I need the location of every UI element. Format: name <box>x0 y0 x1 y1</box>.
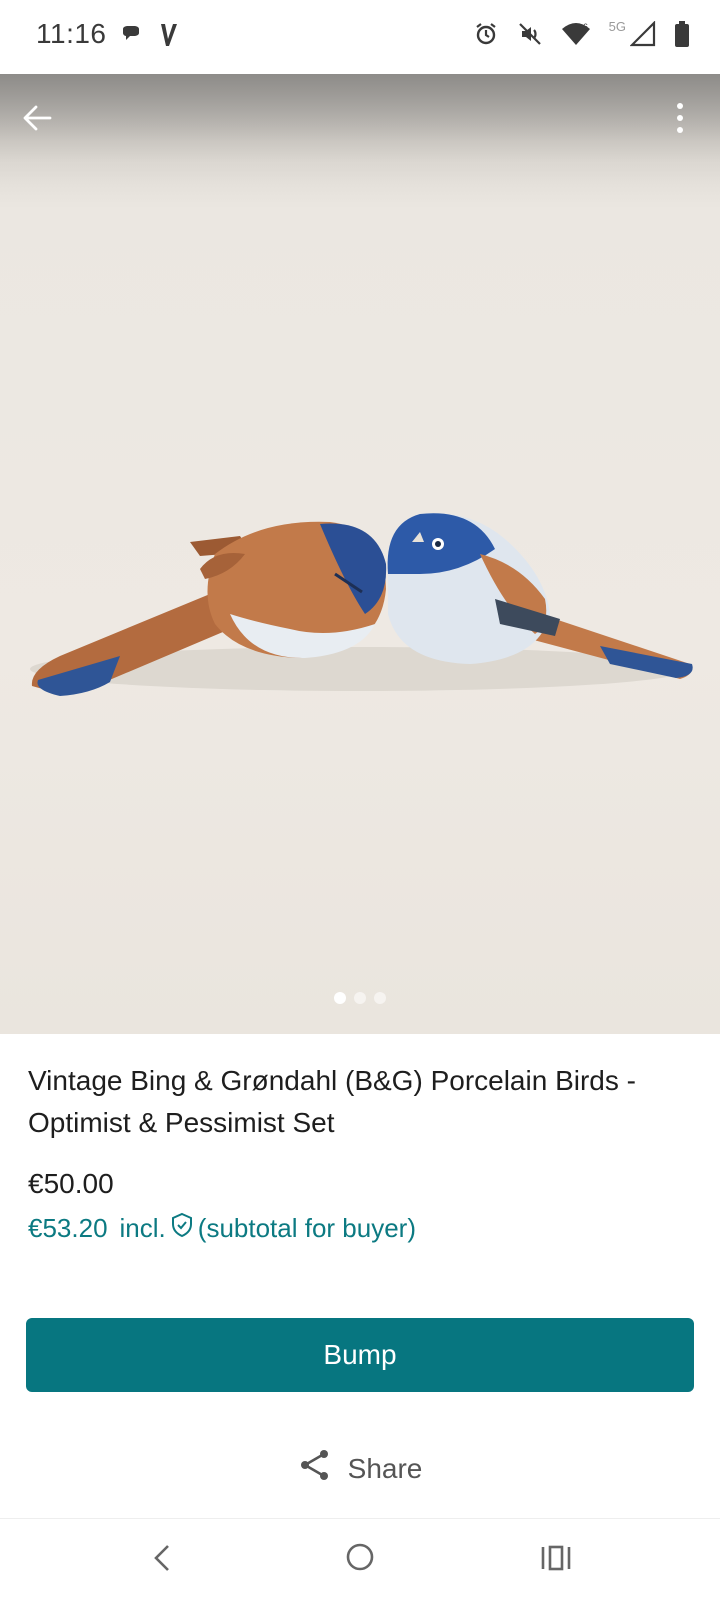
pager-dot[interactable] <box>354 992 366 1004</box>
photo-pager <box>0 992 720 1004</box>
network-label: 5G <box>608 18 626 34</box>
more-vert-icon <box>677 103 683 133</box>
more-options-button[interactable] <box>670 100 690 140</box>
incl-label: incl. <box>119 1213 166 1243</box>
photo-top-fade <box>0 74 720 184</box>
nav-recents-button[interactable] <box>540 1543 572 1578</box>
subtotal-label: (subtotal for buyer) <box>197 1213 416 1243</box>
share-label: Share <box>347 1452 423 1484</box>
buyer-price: €53.20 <box>28 1213 108 1243</box>
status-left-icons <box>120 22 180 48</box>
listing-photo-carousel[interactable] <box>0 74 720 1034</box>
status-bar: 11:16 6 5G <box>0 0 720 74</box>
vinted-v-icon <box>158 22 180 48</box>
porcelain-birds-image <box>30 513 693 696</box>
nav-home-icon <box>346 1543 374 1571</box>
listing-price: €50.00 <box>28 1168 114 1199</box>
status-right-icons: 6 5G <box>473 18 690 48</box>
shield-check-icon <box>170 1212 194 1245</box>
system-nav-bar <box>0 1518 720 1601</box>
chat-bubble-icon <box>120 23 144 47</box>
share-icon <box>298 1448 332 1489</box>
back-arrow-icon <box>23 105 52 131</box>
nav-back-icon <box>154 1545 169 1571</box>
bump-button[interactable]: Bump <box>26 1318 694 1392</box>
alarm-icon <box>473 21 499 47</box>
mute-icon <box>517 21 543 47</box>
battery-icon <box>674 20 690 48</box>
nav-recents-icon <box>541 1545 571 1571</box>
buyer-price-row[interactable]: €53.20 incl. (subtotal for buyer) <box>28 1212 416 1245</box>
wifi-icon: 6 <box>561 21 591 47</box>
nav-back-button[interactable] <box>150 1543 174 1578</box>
share-button[interactable]: Share <box>0 1448 720 1489</box>
pager-dot[interactable] <box>374 992 386 1004</box>
status-time: 11:16 <box>36 18 107 49</box>
nav-home-button[interactable] <box>344 1541 376 1578</box>
pager-dot-active[interactable] <box>334 992 346 1004</box>
svg-text:6: 6 <box>583 22 588 32</box>
listing-title: Vintage Bing & Grøndahl (B&G) Porcelain … <box>28 1065 636 1138</box>
back-button[interactable] <box>18 98 58 138</box>
signal-icon <box>630 21 656 47</box>
